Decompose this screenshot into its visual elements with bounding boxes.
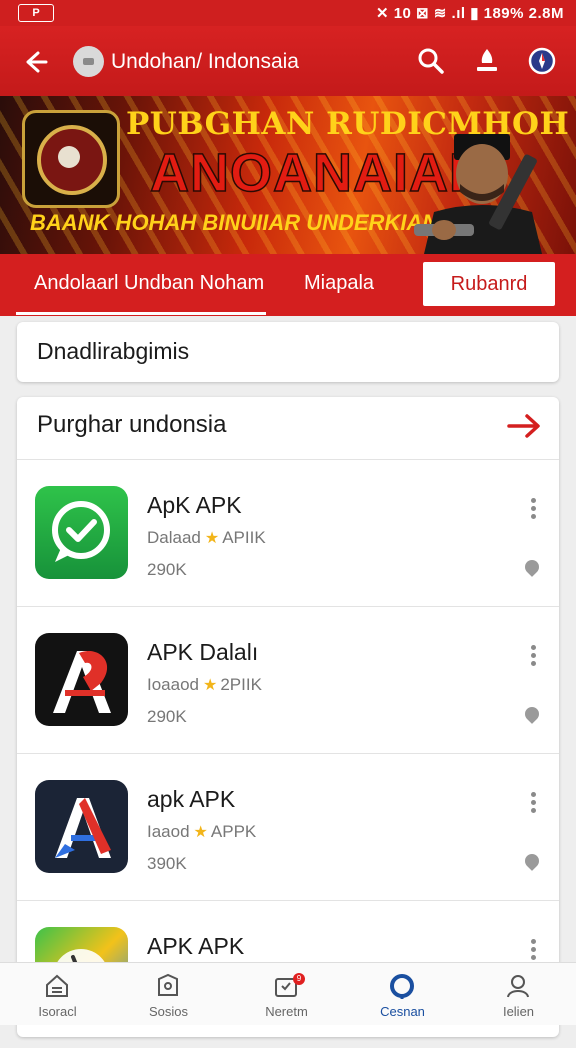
- status-bar: P ✕ 10 ⊠ ≋ .ıl ▮ 189% 2.8M: [0, 0, 576, 26]
- nav-second[interactable]: Sosios: [111, 963, 226, 1025]
- banner-subtext: BAANK HOHAH BINUIIAR UNDERKIAN!: [30, 210, 446, 235]
- app-logo-a-icon: [35, 780, 128, 873]
- star-icon: ★: [203, 677, 218, 694]
- site-avatar: [73, 46, 104, 77]
- nav-profile[interactable]: Ielien: [461, 963, 576, 1025]
- nav-home[interactable]: Isoracl: [0, 963, 115, 1025]
- star-icon: ★: [204, 530, 220, 547]
- location-pin-icon: [522, 557, 542, 577]
- chat-app-icon: [35, 486, 128, 579]
- arrow-right-icon[interactable]: [505, 411, 545, 441]
- app-name: ApK APK: [147, 492, 242, 518]
- location-pin-icon: [522, 704, 542, 724]
- search-text: Dnadlirabgimis: [37, 338, 190, 364]
- app-size: 290K: [147, 707, 187, 726]
- nav-active[interactable]: Cesnan: [345, 963, 460, 1025]
- app-size: 290K: [147, 560, 187, 579]
- crest-logo: [22, 110, 120, 208]
- profile-icon: [507, 975, 529, 998]
- active-tab-indicator: [16, 312, 266, 315]
- tab-bar: Andolaarl Undban Noham Miapala Rubanrd: [0, 254, 576, 316]
- download-icon[interactable]: [472, 46, 502, 76]
- app-list-card: Purghar undonsia ApK APK Dalaad ★ APIIK 29…: [17, 397, 559, 1037]
- app-bar: Undohan/ Indonsaia: [0, 26, 576, 96]
- nav-notifications[interactable]: 9 Neretm: [229, 963, 344, 1025]
- more-options-icon[interactable]: [527, 645, 539, 671]
- bottom-navigation: Isoracl Sosios 9 Neretm Cesnan Ielien: [0, 962, 576, 1025]
- list-title: Purghar undonsia: [37, 411, 227, 438]
- app-name: APK Dalalı: [147, 639, 259, 665]
- status-icons: ✕ 10 ⊠ ≋ .ıl ▮ 189% 2.8M: [375, 5, 564, 22]
- search-icon[interactable]: [416, 46, 446, 76]
- notification-icon: P: [18, 4, 54, 22]
- notification-badge: 9: [293, 973, 305, 985]
- list-item[interactable]: apk APK Iaaod ★ APPK 390K: [17, 753, 559, 901]
- app-name: APK APK: [147, 933, 245, 959]
- compass-icon[interactable]: [527, 46, 557, 76]
- app-name: apk APK: [147, 786, 236, 812]
- page-title: Undohan/ Indonsaia: [111, 50, 299, 73]
- box-icon: [158, 973, 178, 996]
- app-size: 390K: [147, 854, 187, 873]
- app-meta: Dalaad ★ APIIK: [147, 528, 266, 547]
- home-icon: [46, 974, 68, 997]
- app-store-icon: [390, 974, 414, 999]
- tab-secondary[interactable]: Miapala: [304, 272, 374, 295]
- location-pin-icon: [522, 851, 542, 871]
- search-card[interactable]: Dnadlirabgimis: [17, 322, 559, 382]
- action-button[interactable]: Rubanrd: [423, 262, 555, 306]
- person-photo: [414, 134, 542, 254]
- app-meta: Ioaaod ★ 2PIIK: [147, 675, 262, 694]
- star-icon: ★: [193, 824, 208, 841]
- app-meta: Iaaod ★ APPK: [147, 822, 257, 841]
- list-item[interactable]: ApK APK Dalaad ★ APIIK 290K: [17, 459, 559, 607]
- app-logo-a-icon: [35, 633, 128, 726]
- back-arrow-icon[interactable]: [18, 46, 50, 78]
- promo-banner[interactable]: PUBGHAN RUDICMHOH ANOANAIAI BAANK HOHAH …: [0, 96, 576, 254]
- tab-main[interactable]: Andolaarl Undban Noham: [34, 272, 264, 295]
- list-item[interactable]: APK Dalalı Ioaaod ★ 2PIIK 290K: [17, 606, 559, 754]
- more-options-icon[interactable]: [527, 498, 539, 524]
- more-options-icon[interactable]: [527, 792, 539, 818]
